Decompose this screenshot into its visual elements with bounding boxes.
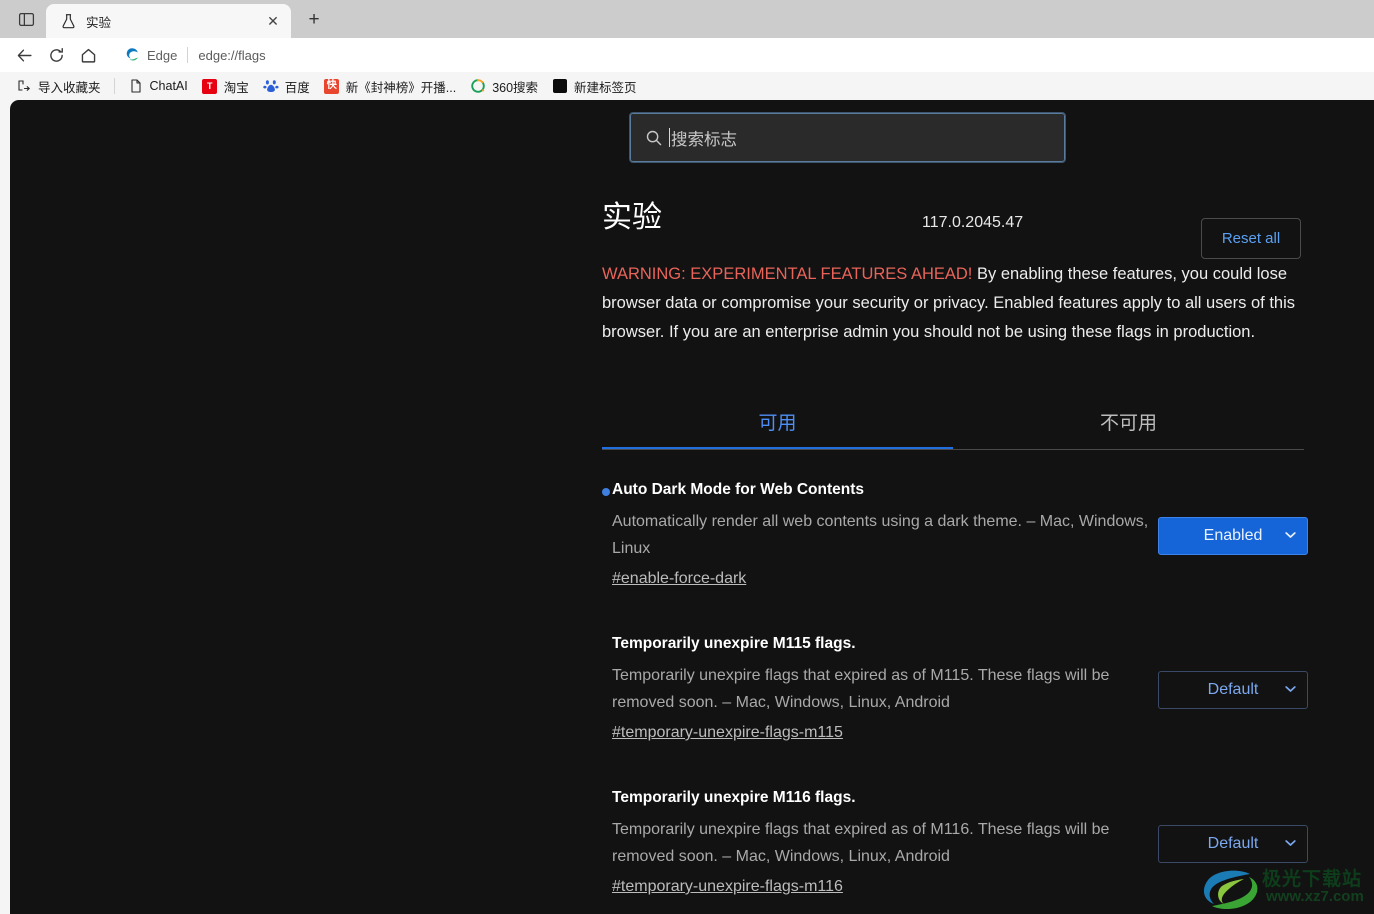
flag-state-select[interactable]: Enabled — [1158, 517, 1308, 555]
bookmark-new-tab-page[interactable]: 新建标签页 — [546, 74, 643, 99]
flag-entry: Temporarily unexpire M115 flags. Tempora… — [602, 627, 1312, 769]
experimental-warning: WARNING: EXPERIMENTAL FEATURES AHEAD! By… — [602, 260, 1302, 347]
flag-name: Temporarily unexpire M116 flags. — [612, 789, 856, 806]
bookmark-chatai[interactable]: ChatAI — [122, 75, 194, 97]
flag-permalink[interactable]: #enable-force-dark — [612, 570, 746, 588]
flag-state-value: Default — [1207, 835, 1259, 852]
edge-logo-icon — [126, 48, 138, 61]
flag-state-value: Enabled — [1203, 527, 1263, 544]
back-arrow-icon[interactable] — [8, 40, 40, 70]
bookmark-import-favorites[interactable]: 导入收藏夹 — [10, 74, 107, 99]
flag-description: Temporarily unexpire flags that expired … — [612, 667, 1110, 711]
reload-icon[interactable] — [40, 40, 72, 70]
browser-window: 实验 ✕ + Edge edge://flags 导入收藏夹 ChatAI T … — [0, 0, 1374, 914]
bookmarks-divider — [113, 78, 115, 94]
warning-highlight: WARNING: EXPERIMENTAL FEATURES AHEAD! — [602, 265, 973, 283]
flask-icon — [60, 13, 77, 30]
page-icon — [128, 78, 144, 94]
flag-entry: Temporarily unexpire M116 flags. Tempora… — [602, 781, 1312, 914]
home-icon[interactable] — [72, 40, 104, 70]
bookmark-label: 百度 — [284, 80, 310, 95]
flag-state-select[interactable]: Default — [1158, 671, 1308, 709]
tab-title: 实验 — [86, 15, 112, 30]
url-text[interactable]: edge://flags — [198, 48, 1346, 63]
omnibox-divider — [187, 47, 189, 63]
flag-permalink[interactable]: #temporary-unexpire-flags-m115 — [612, 724, 843, 742]
address-bar[interactable]: Edge edge://flags — [112, 41, 1358, 69]
flag-description: Automatically render all web contents us… — [612, 513, 1149, 557]
text-caret — [669, 128, 670, 147]
so360-icon — [470, 78, 486, 94]
bookmark-label: 新《封神榜》开播... — [345, 80, 457, 95]
taobao-icon: T — [202, 78, 218, 94]
bookmark-kuaishou[interactable]: 快 新《封神榜》开播... — [318, 74, 462, 99]
page-title: 实验 — [602, 201, 662, 234]
baidu-icon — [263, 78, 279, 94]
flag-entry: Auto Dark Mode for Web Contents Automati… — [602, 473, 1312, 615]
blank-square-icon — [552, 78, 568, 94]
flag-state-select[interactable]: Default — [1158, 825, 1308, 863]
flag-state-value: Default — [1207, 681, 1259, 698]
version-label: 117.0.2045.47 — [922, 214, 1024, 231]
tab-strip: 实验 ✕ + — [0, 0, 1374, 38]
chevron-down-icon — [1285, 684, 1296, 696]
flag-name: Temporarily unexpire M115 flags. — [612, 635, 856, 652]
import-favorites-icon — [16, 78, 32, 94]
flag-permalink[interactable]: #temporary-unexpire-flags-m116 — [612, 878, 843, 896]
search-icon — [645, 129, 663, 147]
browser-tab[interactable]: 实验 ✕ — [46, 4, 291, 38]
bookmark-label: 淘宝 — [223, 80, 249, 95]
bookmark-taobao[interactable]: T 淘宝 — [196, 74, 255, 99]
edge-brand-label: Edge — [147, 47, 178, 63]
flags-tabs: 可用 不可用 — [602, 408, 1304, 450]
search-placeholder: 搜索标志 — [671, 130, 737, 149]
kuaishou-icon: 快 — [324, 78, 340, 94]
bookmark-label: ChatAI — [149, 79, 188, 93]
bookmark-baidu[interactable]: 百度 — [257, 74, 316, 99]
edge-brand-badge: Edge — [124, 47, 177, 63]
bookmark-label: 360搜索 — [492, 80, 539, 95]
bookmark-360search[interactable]: 360搜索 — [464, 74, 544, 99]
taobao-glyph: T — [202, 78, 218, 94]
search-input[interactable]: 搜索标志 — [629, 112, 1066, 163]
tab-search-icon[interactable] — [6, 2, 46, 36]
bookmark-label: 新建标签页 — [574, 80, 637, 95]
flag-description: Temporarily unexpire flags that expired … — [612, 821, 1110, 865]
bookmarks-bar: 导入收藏夹 ChatAI T 淘宝 百度 快 新《封神榜》开播... 360搜索… — [0, 72, 1374, 100]
chevron-down-icon — [1285, 530, 1296, 542]
flags-page: 搜索标志 Reset all 实验 117.0.2045.47 WARNING:… — [10, 100, 1374, 914]
flags-header: 实验 117.0.2045.47 — [602, 192, 1302, 236]
tab-unavailable[interactable]: 不可用 — [953, 408, 1304, 449]
flag-name: Auto Dark Mode for Web Contents — [602, 481, 1312, 499]
tab-available[interactable]: 可用 — [602, 408, 953, 449]
browser-toolbar: Edge edge://flags — [0, 38, 1374, 72]
bookmark-label: 导入收藏夹 — [38, 80, 101, 95]
close-icon[interactable]: ✕ — [261, 9, 285, 33]
chevron-down-icon — [1285, 838, 1296, 850]
flags-list: Auto Dark Mode for Web Contents Automati… — [602, 473, 1312, 914]
kuaishou-glyph: 快 — [324, 78, 340, 94]
new-tab-button[interactable]: + — [297, 5, 331, 35]
